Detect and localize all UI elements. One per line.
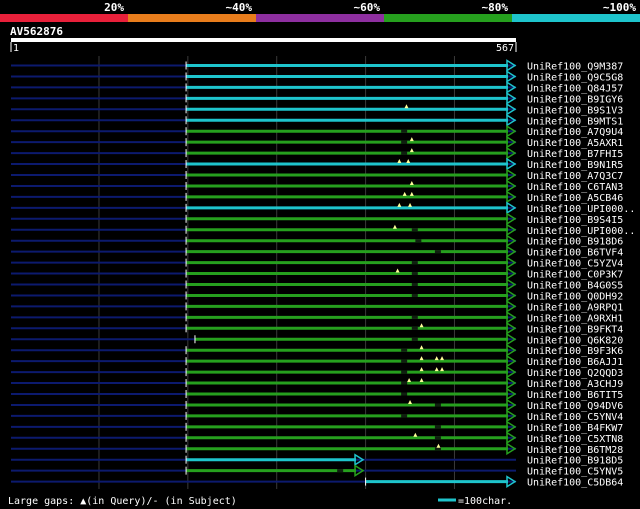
hit-label[interactable]: UniRef100_UPI000.. [527,204,635,215]
hit-label[interactable]: UniRef100_C5DB64 [527,478,623,489]
hit-label[interactable]: UniRef100_B918D6 [527,237,623,248]
alignment-overview-canvas: 20% ~40% ~60% ~80% ~100% AV562876 1 567 UniRe… [0,0,640,509]
hit-label[interactable]: UniRef100_B9F3K6 [527,346,623,357]
hit-label[interactable]: UniRef100_B6TM28 [527,445,623,456]
hit-label[interactable]: UniRef100_A5CB46 [527,193,623,204]
query-end-label: 567 [496,43,514,54]
hit-label[interactable]: UniRef100_A3CHJ9 [527,379,623,390]
scale-bar-label: =100char. [458,496,512,507]
hit-label[interactable]: UniRef100_C5YNV5 [527,467,623,478]
scale-label: ~40% [226,1,253,14]
scale-segment [128,14,256,22]
scale-segment [256,14,384,22]
hit-label[interactable]: UniRef100_B4G0S5 [527,281,623,292]
hit-label[interactable]: UniRef100_Q9C5G8 [527,72,623,83]
hit-label[interactable]: UniRef100_B4FKW7 [527,423,623,434]
gap-legend-text: Large gaps: ▲(in Query)/- (in Subject) [8,496,237,507]
scale-segment [512,14,640,22]
scale-label: ~100% [603,1,636,14]
hit-label[interactable]: UniRef100_B9MTS1 [527,116,623,127]
hit-label[interactable]: UniRef100_C5YZV4 [527,259,623,270]
query-start-label: 1 [13,43,19,54]
hit-label[interactable]: UniRef100_B6TIT5 [527,390,623,401]
hit-label[interactable]: UniRef100_A5AXR1 [527,138,623,149]
scale-segment [0,14,128,22]
hit-label[interactable]: UniRef100_C5XTN8 [527,434,623,445]
hit-label[interactable]: UniRef100_B7FHI5 [527,149,623,160]
hit-label[interactable]: UniRef100_C6TAN3 [527,182,623,193]
hit-label[interactable]: UniRef100_Q2QQD3 [527,368,623,379]
hit-label[interactable]: UniRef100_Q84J57 [527,83,623,94]
scale-label: ~60% [354,1,381,14]
scale-label: ~80% [482,1,509,14]
hit-label[interactable]: UniRef100_Q6K820 [527,335,623,346]
hit-label[interactable]: UniRef100_Q9M387 [527,62,623,73]
scale-segment [384,14,512,22]
hit-label[interactable]: UniRef100_B9N1R5 [527,160,623,171]
hit-label[interactable]: UniRef100_UPI000.. [527,226,635,237]
hit-label[interactable]: UniRef100_C5YNV4 [527,412,623,423]
hit-label[interactable]: UniRef100_B918D5 [527,456,623,467]
hit-label[interactable]: UniRef100_A7Q3C7 [527,171,623,182]
hit-label[interactable]: UniRef100_A9RPQ1 [527,302,623,313]
hit-label[interactable]: UniRef100_A7Q9U4 [527,127,623,138]
hit-label[interactable]: UniRef100_Q94DV6 [527,401,623,412]
hit-label[interactable]: UniRef100_B6TVF4 [527,248,623,259]
hit-label[interactable]: UniRef100_B9S1V3 [527,105,623,116]
scale-label: 20% [104,1,124,14]
hit-label[interactable]: UniRef100_A9RXH1 [527,313,623,324]
hit-label[interactable]: UniRef100_B9S4I5 [527,215,623,226]
query-id-label: AV562876 [10,25,63,38]
hit-label[interactable]: UniRef100_B9FKT4 [527,324,623,335]
hit-label[interactable]: UniRef100_Q0DH92 [527,291,623,302]
query-bar [11,38,516,42]
hit-label[interactable]: UniRef100_B9IGY6 [527,94,623,105]
hit-label[interactable]: UniRef100_B6AJJ1 [527,357,623,368]
hit-label[interactable]: UniRef100_C0P3K7 [527,270,623,281]
